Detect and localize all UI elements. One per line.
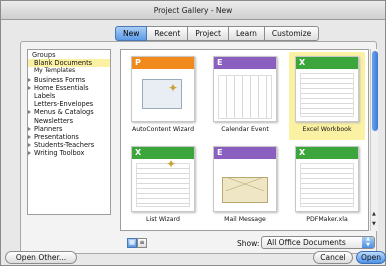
open-button[interactable]: Open — [356, 251, 386, 264]
sidebar-item-home-essentials[interactable]: Home Essentials — [28, 84, 110, 92]
gallery-item-mail-message[interactable]: E Mail Message — [207, 142, 283, 230]
sidebar-item-newsletters[interactable]: Newsletters — [28, 117, 110, 125]
sidebar-item-blank-documents[interactable]: Blank Documents — [28, 59, 110, 68]
powerpoint-wizard-icon: P ✦ — [131, 56, 195, 122]
icon-view-icon[interactable]: ▦ — [127, 238, 137, 248]
tab-learn[interactable]: Learn — [228, 26, 265, 41]
list-view-icon[interactable]: ≡ — [137, 238, 147, 248]
gallery-item-pdfmaker[interactable]: X PDFMaker.xla — [289, 142, 365, 230]
scroll-up-icon[interactable]: ▲ — [372, 211, 376, 217]
groups-heading: Groups — [32, 51, 56, 59]
sidebar-item-students-teachers[interactable]: Students-Teachers — [28, 141, 110, 149]
gallery-item-label: Mail Message — [224, 216, 266, 223]
groups-list[interactable]: Groups Blank Documents My Templates Busi… — [27, 49, 111, 215]
view-mode-toggle: ▦ ≡ — [127, 238, 147, 248]
scroll-down-icon[interactable]: ▼ — [372, 221, 376, 227]
window-title: Project Gallery - New — [1, 1, 385, 20]
sidebar-item-writing-toolbox[interactable]: Writing Toolbox — [28, 149, 110, 157]
open-other-button[interactable]: Open Other... — [5, 251, 77, 264]
sidebar-item-presentations[interactable]: Presentations — [28, 133, 110, 141]
tab-project[interactable]: Project — [188, 26, 229, 41]
gallery-item-label: Calendar Event — [221, 126, 269, 133]
sidebar-item-labels[interactable]: Labels — [28, 92, 110, 100]
select-arrows-icon: ▲ ▼ — [362, 236, 374, 248]
scrollbar-thumb[interactable] — [372, 51, 378, 131]
show-filter-value: All Office Documents — [267, 238, 346, 247]
tab-customize[interactable]: Customize — [264, 26, 320, 41]
excel-addin-icon: X — [295, 146, 359, 212]
sidebar-item-business-forms[interactable]: Business Forms — [28, 76, 110, 84]
excel-workbook-icon: X — [295, 56, 359, 122]
gallery-item-label: List Wizard — [146, 216, 180, 223]
gallery-item-calendar-event[interactable]: E Calendar Event — [207, 52, 283, 140]
gallery-item-label: PDFMaker.xla — [306, 216, 348, 223]
template-gallery: P ✦ AutoContent Wizard E Calendar Event … — [120, 49, 369, 231]
excel-list-wizard-icon: X ✦ — [131, 146, 195, 212]
cancel-button[interactable]: Cancel — [313, 251, 353, 264]
gallery-item-excel-workbook[interactable]: X Excel Workbook — [289, 52, 365, 140]
sidebar-item-my-templates[interactable]: My Templates — [28, 67, 110, 75]
tab-new[interactable]: New — [115, 26, 148, 41]
gallery-item-label: AutoContent Wizard — [131, 126, 195, 133]
show-filter-select[interactable]: All Office Documents ▲ ▼ — [261, 236, 375, 249]
sidebar-item-menus-catalogs[interactable]: Menus & Catalogs — [28, 108, 110, 116]
entourage-mail-icon: E — [213, 146, 277, 212]
tab-recent[interactable]: Recent — [147, 26, 189, 41]
gallery-item-autocontent-wizard[interactable]: P ✦ AutoContent Wizard — [125, 52, 201, 140]
show-label: Show: — [237, 239, 260, 248]
tab-bar: New Recent Project Learn Customize — [115, 26, 320, 41]
sidebar-item-planners[interactable]: Planners — [28, 125, 110, 133]
gallery-scrollbar[interactable]: ▲ ▼ — [370, 49, 378, 231]
project-gallery-window: Project Gallery - New New Recent Project… — [0, 0, 386, 266]
gallery-item-label: Excel Workbook — [289, 126, 365, 133]
entourage-calendar-icon: E — [213, 56, 277, 122]
gallery-item-list-wizard[interactable]: X ✦ List Wizard — [125, 142, 201, 230]
sidebar-item-letters-envelopes[interactable]: Letters-Envelopes — [28, 100, 110, 108]
